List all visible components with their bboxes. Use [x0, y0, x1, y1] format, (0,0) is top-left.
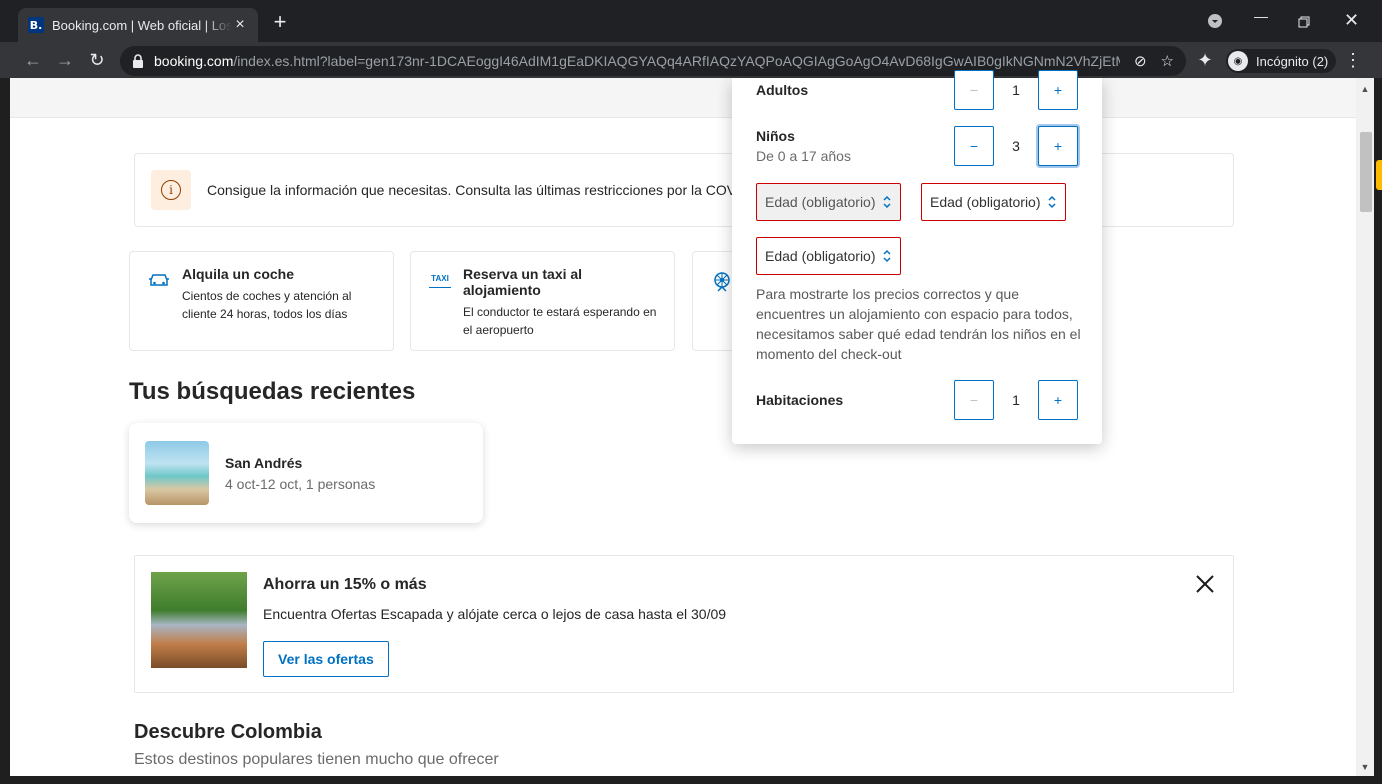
star-icon[interactable]: ☆	[1161, 52, 1174, 70]
reload-icon[interactable]: ↻	[86, 50, 108, 72]
tab-title: Booking.com | Web oficial | Los m	[52, 17, 232, 33]
age-select-label: Edad (obligatorio)	[765, 248, 876, 264]
adults-label: Adultos	[756, 82, 809, 98]
children-label: Niños	[756, 128, 795, 144]
menu-icon[interactable]: ⋮	[1342, 50, 1364, 72]
browser-tab[interactable]: B. Booking.com | Web oficial | Los m ×	[18, 8, 258, 42]
adults-value: 1	[1012, 82, 1020, 98]
card-title: Alquila un coche	[182, 266, 295, 282]
omnibox[interactable]: booking.com/index.es.html?label=gen173nr…	[120, 46, 1186, 76]
taxi-icon: TAXI	[429, 272, 451, 288]
url-path: /index.es.html?label=gen173nr-1DCAEoggI4…	[233, 53, 1120, 69]
san-andres-thumbnail	[145, 441, 209, 505]
discover-subtitle: Estos destinos populares tienen mucho qu…	[134, 751, 499, 768]
eye-off-icon[interactable]: ⊘	[1134, 52, 1147, 70]
rooms-decrease-button[interactable]: −	[954, 380, 994, 420]
children-decrease-button[interactable]: −	[954, 126, 994, 166]
child-age-select-3[interactable]: Edad (obligatorio)	[756, 237, 901, 275]
side-badge	[1376, 160, 1382, 190]
tab-search-icon[interactable]	[1208, 14, 1222, 28]
taxi-card[interactable]: TAXI Reserva un taxi al alojamiento El c…	[410, 251, 675, 351]
adults-increase-button[interactable]: +	[1038, 70, 1078, 110]
forward-icon[interactable]: →	[54, 50, 76, 72]
chevron-updown-icon	[883, 195, 891, 209]
age-select-label: Edad (obligatorio)	[765, 194, 876, 210]
page-content: i Consigue la información que necesitas.…	[10, 78, 1356, 776]
browser-tabbar: B. Booking.com | Web oficial | Los m × +…	[0, 0, 1382, 42]
url-text: booking.com/index.es.html?label=gen173nr…	[154, 53, 1120, 69]
new-tab-icon[interactable]: +	[270, 11, 290, 33]
discover-heading: Descubre Colombia	[134, 721, 322, 743]
promo-image	[151, 572, 247, 668]
occupancy-popup: Adultos − 1 + Niños De 0 a 17 años − 3 +…	[732, 70, 1102, 444]
minimize-icon[interactable]: —	[1254, 8, 1268, 24]
page-scrollbar[interactable]: ▲ ▼	[1356, 78, 1374, 776]
card-desc: El conductor te estará esperando en el a…	[463, 305, 657, 337]
car-rental-card[interactable]: Alquila un coche Cientos de coches y ate…	[129, 251, 394, 351]
children-increase-button[interactable]: +	[1038, 126, 1078, 166]
child-age-select-1[interactable]: Edad (obligatorio)	[756, 183, 901, 221]
car-icon	[149, 274, 169, 286]
children-age-note: Para mostrarte los precios correctos y q…	[756, 286, 1081, 362]
rooms-increase-button[interactable]: +	[1038, 380, 1078, 420]
promo-title: Ahorra un 15% o más	[263, 576, 427, 593]
promo-desc: Encuentra Ofertas Escapada y alójate cer…	[263, 606, 727, 622]
lock-icon	[133, 54, 143, 68]
scroll-up-icon[interactable]: ▲	[1360, 84, 1370, 94]
scroll-down-icon[interactable]: ▼	[1360, 762, 1370, 772]
incognito-label: Incógnito (2)	[1256, 53, 1329, 69]
covid-banner-text: Consigue la información que necesitas. C…	[207, 182, 751, 198]
child-age-select-2[interactable]: Edad (obligatorio)	[921, 183, 1066, 221]
card-title: Reserva un taxi al alojamiento	[463, 266, 583, 298]
rooms-value: 1	[1012, 392, 1020, 408]
header-strip	[10, 78, 1356, 118]
rooms-label: Habitaciones	[756, 392, 844, 408]
extensions-icon[interactable]: ✦	[1194, 50, 1216, 72]
age-select-label: Edad (obligatorio)	[930, 194, 1041, 210]
incognito-icon: ◉	[1228, 51, 1248, 71]
card-desc: Cientos de coches y atención al cliente …	[182, 289, 352, 321]
promo-banner: Ahorra un 15% o más Encuentra Ofertas Es…	[134, 555, 1234, 693]
attraction-icon	[714, 272, 730, 292]
recent-searches-heading: Tus búsquedas recientes	[129, 378, 416, 405]
incognito-badge[interactable]: ◉ Incógnito (2)	[1226, 49, 1337, 73]
chevron-updown-icon	[1048, 195, 1056, 209]
recent-search-title: San Andrés	[225, 455, 303, 471]
children-age-range: De 0 a 17 años	[756, 148, 851, 164]
scroll-thumb[interactable]	[1360, 132, 1372, 212]
url-host: booking.com	[154, 53, 234, 69]
close-window-icon[interactable]: ✕	[1344, 10, 1359, 31]
children-value: 3	[1012, 138, 1020, 154]
back-icon[interactable]: ←	[22, 50, 44, 72]
chevron-updown-icon	[883, 249, 891, 263]
info-icon: i	[151, 170, 191, 210]
restore-icon[interactable]	[1298, 16, 1310, 28]
address-bar-row: ← → ↻ booking.com/index.es.html?label=ge…	[0, 42, 1382, 78]
adults-decrease-button[interactable]: −	[954, 70, 994, 110]
recent-search-card[interactable]: San Andrés 4 oct-12 oct, 1 personas	[129, 423, 483, 523]
tab-close-icon[interactable]: ×	[232, 16, 248, 33]
recent-search-dates: 4 oct-12 oct, 1 personas	[225, 476, 376, 492]
booking-favicon-icon: B.	[28, 17, 44, 33]
see-offers-button[interactable]: Ver las ofertas	[263, 641, 389, 677]
close-icon[interactable]	[1193, 572, 1217, 596]
